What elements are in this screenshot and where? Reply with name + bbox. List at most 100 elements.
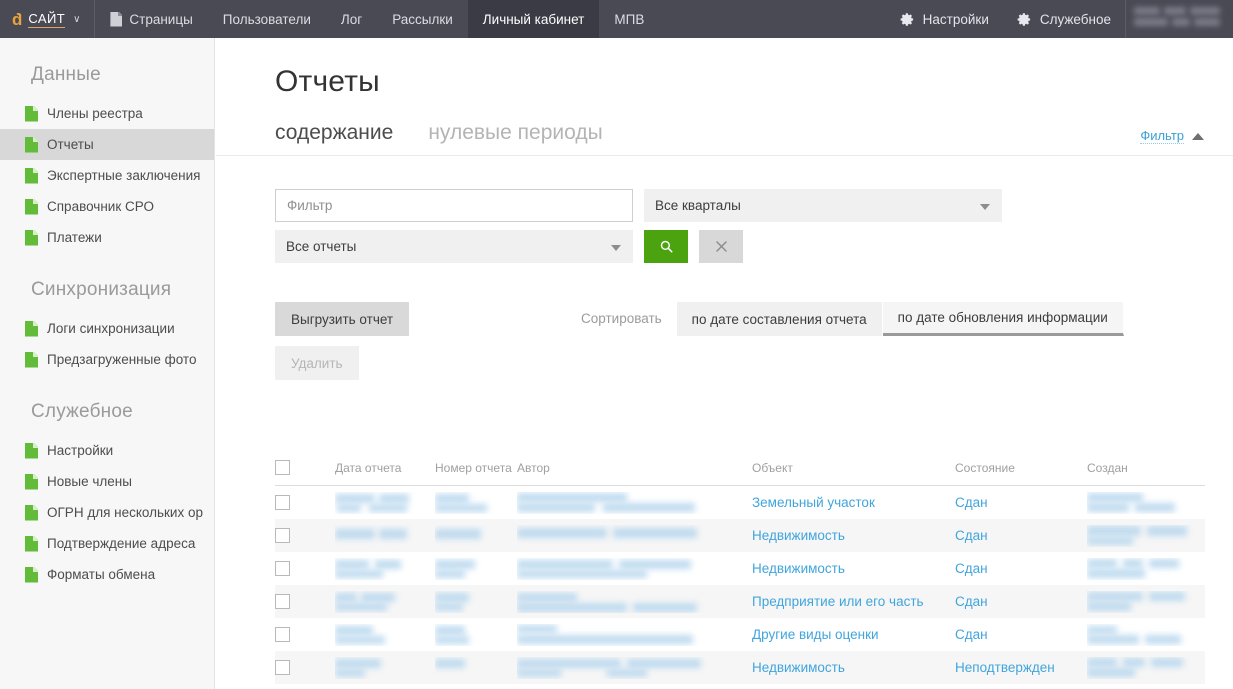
sidebar-item-label: Экспертные заключения — [47, 168, 201, 183]
chevron-down-icon: ∨ — [73, 13, 81, 25]
cell-created-redacted — [1087, 525, 1205, 547]
user-account-area[interactable] — [1125, 0, 1233, 38]
document-icon — [25, 105, 38, 122]
cell-date-redacted — [335, 591, 435, 613]
document-icon — [25, 136, 38, 153]
sidebar-item-label: Платежи — [47, 230, 102, 245]
cell-number-redacted — [435, 558, 517, 580]
filter-toggle-label[interactable]: Фильтр — [1140, 128, 1184, 144]
sidebar-item-label: Члены реестра — [47, 106, 143, 121]
document-icon — [25, 442, 38, 459]
nav-item-personal-cabinet[interactable]: Личный кабинет — [467, 0, 600, 38]
table-row[interactable]: Недвижимость Неподтвержден — [275, 684, 1205, 689]
document-icon — [25, 535, 38, 552]
sidebar-item-sro-directory[interactable]: Справочник СРО — [0, 191, 214, 222]
sidebar-item-settings[interactable]: Настройки — [0, 435, 214, 466]
cell-state[interactable]: Сдан — [955, 495, 988, 510]
clear-filter-button[interactable] — [699, 230, 743, 263]
row-checkbox[interactable] — [275, 627, 290, 642]
tab-zero-periods[interactable]: нулевые периоды — [428, 121, 602, 155]
quarter-select[interactable]: Все кварталы — [644, 189, 1002, 222]
sort-by-update-date-button[interactable]: по дате обновления информации — [882, 302, 1124, 336]
sidebar-item-exchange-formats[interactable]: Форматы обмена — [0, 559, 214, 590]
cell-author-redacted — [517, 558, 752, 580]
cell-date-redacted — [335, 492, 435, 514]
sidebar-item-address-confirmation[interactable]: Подтверждение адреса — [0, 528, 214, 559]
filter-row-1: Все кварталы — [275, 189, 1233, 222]
cell-state[interactable]: Сдан — [955, 561, 988, 576]
sidebar-item-preloaded-photos[interactable]: Предзагруженные фото — [0, 344, 214, 375]
sort-controls: Сортировать по дате составления отчета п… — [581, 302, 1124, 336]
quarter-select-value: Все кварталы — [655, 198, 741, 213]
nav-item-users[interactable]: Пользователи — [208, 0, 326, 38]
nav-item-label: Рассылки — [392, 11, 453, 27]
search-input[interactable] — [275, 189, 633, 222]
service-button[interactable]: Служебное — [1003, 0, 1125, 38]
table-header-row: Дата отчета Номер отчета Автор Объект Со… — [275, 438, 1205, 486]
cell-state[interactable]: Сдан — [955, 627, 988, 642]
topbar-right-group: Настройки Служебное — [886, 0, 1233, 38]
nav-item-mailings[interactable]: Рассылки — [377, 0, 468, 38]
table-row[interactable]: Недвижимость Сдан — [275, 552, 1205, 585]
cell-state[interactable]: Сдан — [955, 594, 988, 609]
table-row[interactable]: Другие виды оценки Сдан — [275, 618, 1205, 651]
table-row[interactable]: Предприятие или его часть Сдан — [275, 585, 1205, 618]
sidebar-item-payments[interactable]: Платежи — [0, 222, 214, 253]
export-report-button[interactable]: Выгрузить отчет — [275, 302, 410, 336]
tab-content[interactable]: содержание — [275, 121, 393, 155]
cell-object-link[interactable]: Другие виды оценки — [752, 627, 879, 642]
nav-item-mpv[interactable]: МПВ — [599, 0, 659, 38]
column-header-number: Номер отчета — [435, 461, 512, 475]
cell-state[interactable]: Неподтвержден — [955, 660, 1055, 675]
cell-object-link[interactable]: Недвижимость — [752, 561, 845, 576]
cell-object-link[interactable]: Земельный участок — [752, 495, 875, 510]
sidebar-item-label: Предзагруженные фото — [47, 352, 197, 367]
row-checkbox[interactable] — [275, 528, 290, 543]
sidebar-group-title-data: Данные — [31, 64, 101, 85]
nav-item-pages[interactable]: Страницы — [95, 0, 207, 38]
triangle-up-icon — [1192, 132, 1204, 140]
document-icon — [25, 566, 38, 583]
cell-created-redacted — [1087, 558, 1205, 580]
cell-object-link[interactable]: Недвижимость — [752, 660, 845, 675]
sidebar-item-registry-members[interactable]: Члены реестра — [0, 98, 214, 129]
report-type-select[interactable]: Все отчеты — [275, 230, 633, 263]
page-title: Отчеты — [275, 65, 380, 98]
row-checkbox[interactable] — [275, 495, 290, 510]
sidebar-item-sync-logs[interactable]: Логи синхронизации — [0, 313, 214, 344]
cell-created-redacted — [1087, 624, 1205, 646]
select-all-checkbox[interactable] — [275, 460, 290, 475]
cell-object-link[interactable]: Предприятие или его часть — [752, 594, 924, 609]
filter-toggle[interactable]: Фильтр — [1140, 128, 1204, 144]
cell-state[interactable]: Сдан — [955, 528, 988, 543]
nav-item-label: Лог — [340, 11, 363, 27]
table-row[interactable]: Недвижимость Сдан — [275, 519, 1205, 552]
filter-panel: Все кварталы Все отчеты — [216, 156, 1233, 263]
settings-button[interactable]: Настройки — [886, 0, 1003, 38]
sidebar-item-new-members[interactable]: Новые члены — [0, 466, 214, 497]
sort-by-report-date-button[interactable]: по дате составления отчета — [676, 302, 883, 336]
column-header-object: Объект — [752, 461, 793, 475]
nav-item-log[interactable]: Лог — [326, 0, 377, 38]
cell-created-redacted — [1087, 492, 1205, 514]
sidebar-item-expert-conclusions[interactable]: Экспертные заключения — [0, 160, 214, 191]
search-button[interactable] — [644, 230, 688, 263]
brand-logo-button[interactable]: ɓ САЙТ ∨ — [0, 0, 96, 38]
delete-button: Удалить — [275, 346, 359, 380]
cell-number-redacted — [435, 492, 517, 514]
cell-object-link[interactable]: Недвижимость — [752, 528, 845, 543]
row-checkbox[interactable] — [275, 660, 290, 675]
table-row[interactable]: Земельный участок Сдан — [275, 486, 1205, 519]
settings-label: Настройки — [922, 11, 989, 27]
brand-label: САЙТ — [28, 10, 66, 28]
cell-number-redacted — [435, 657, 517, 679]
content-tabs: содержание нулевые периоды Фильтр — [216, 99, 1233, 156]
table-row[interactable]: Недвижимость Неподтвержден — [275, 651, 1205, 684]
nav-item-label: Личный кабинет — [482, 11, 585, 27]
sidebar-item-ogrn-multiple[interactable]: ОГРН для нескольких ор — [0, 497, 214, 528]
row-checkbox[interactable] — [275, 594, 290, 609]
gear-icon — [900, 12, 913, 26]
reports-table: Дата отчета Номер отчета Автор Объект Со… — [275, 438, 1205, 689]
sidebar-item-reports[interactable]: Отчеты — [0, 129, 214, 160]
row-checkbox[interactable] — [275, 561, 290, 576]
